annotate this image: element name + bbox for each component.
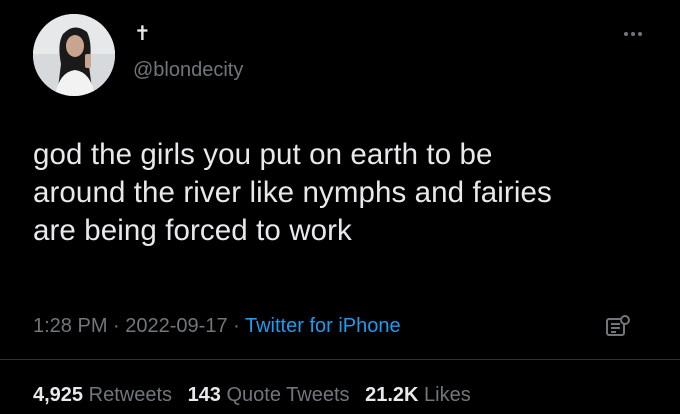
more-dot: [624, 32, 628, 36]
user-handle[interactable]: @blondecity: [133, 58, 243, 82]
more-dot: [631, 32, 635, 36]
tweet-stats: 4,925 Retweets 143 Quote Tweets 21.2K Li…: [33, 383, 481, 407]
tweet-date[interactable]: 2022-09-17: [125, 315, 227, 337]
retweets-count: 4,925: [33, 384, 84, 406]
tweet-time[interactable]: 1:28 PM: [33, 315, 107, 337]
analytics-icon-glyph: [606, 315, 630, 336]
meta-separator: ·: [227, 315, 245, 337]
tweet-card: ✝ @blondecity god the girls you put on e…: [0, 0, 680, 414]
display-name[interactable]: ✝: [134, 24, 151, 44]
quote-tweets-count: 143: [187, 384, 221, 406]
avatar[interactable]: [33, 14, 115, 96]
tweet-source[interactable]: Twitter for iPhone: [245, 315, 401, 337]
tweet-meta: 1:28 PM · 2022-09-17 · Twitter for iPhon…: [33, 313, 401, 339]
divider: [0, 359, 680, 360]
likes-stat[interactable]: 21.2K Likes: [365, 384, 471, 406]
likes-count: 21.2K: [365, 384, 419, 406]
retweets-label: Retweets: [88, 384, 172, 406]
quote-tweets-stat[interactable]: 143 Quote Tweets: [188, 384, 350, 406]
quote-tweets-label: Quote Tweets: [226, 384, 350, 406]
retweets-stat[interactable]: 4,925 Retweets: [33, 384, 172, 406]
more-dot: [638, 32, 642, 36]
likes-label: Likes: [424, 384, 471, 406]
avatar-photo: [33, 14, 115, 96]
tweet-text: god the girls you put on earth to be aro…: [33, 138, 552, 247]
more-horizontal-icon[interactable]: [618, 26, 648, 42]
analytics-icon[interactable]: [604, 313, 632, 341]
meta-separator: ·: [107, 315, 126, 337]
